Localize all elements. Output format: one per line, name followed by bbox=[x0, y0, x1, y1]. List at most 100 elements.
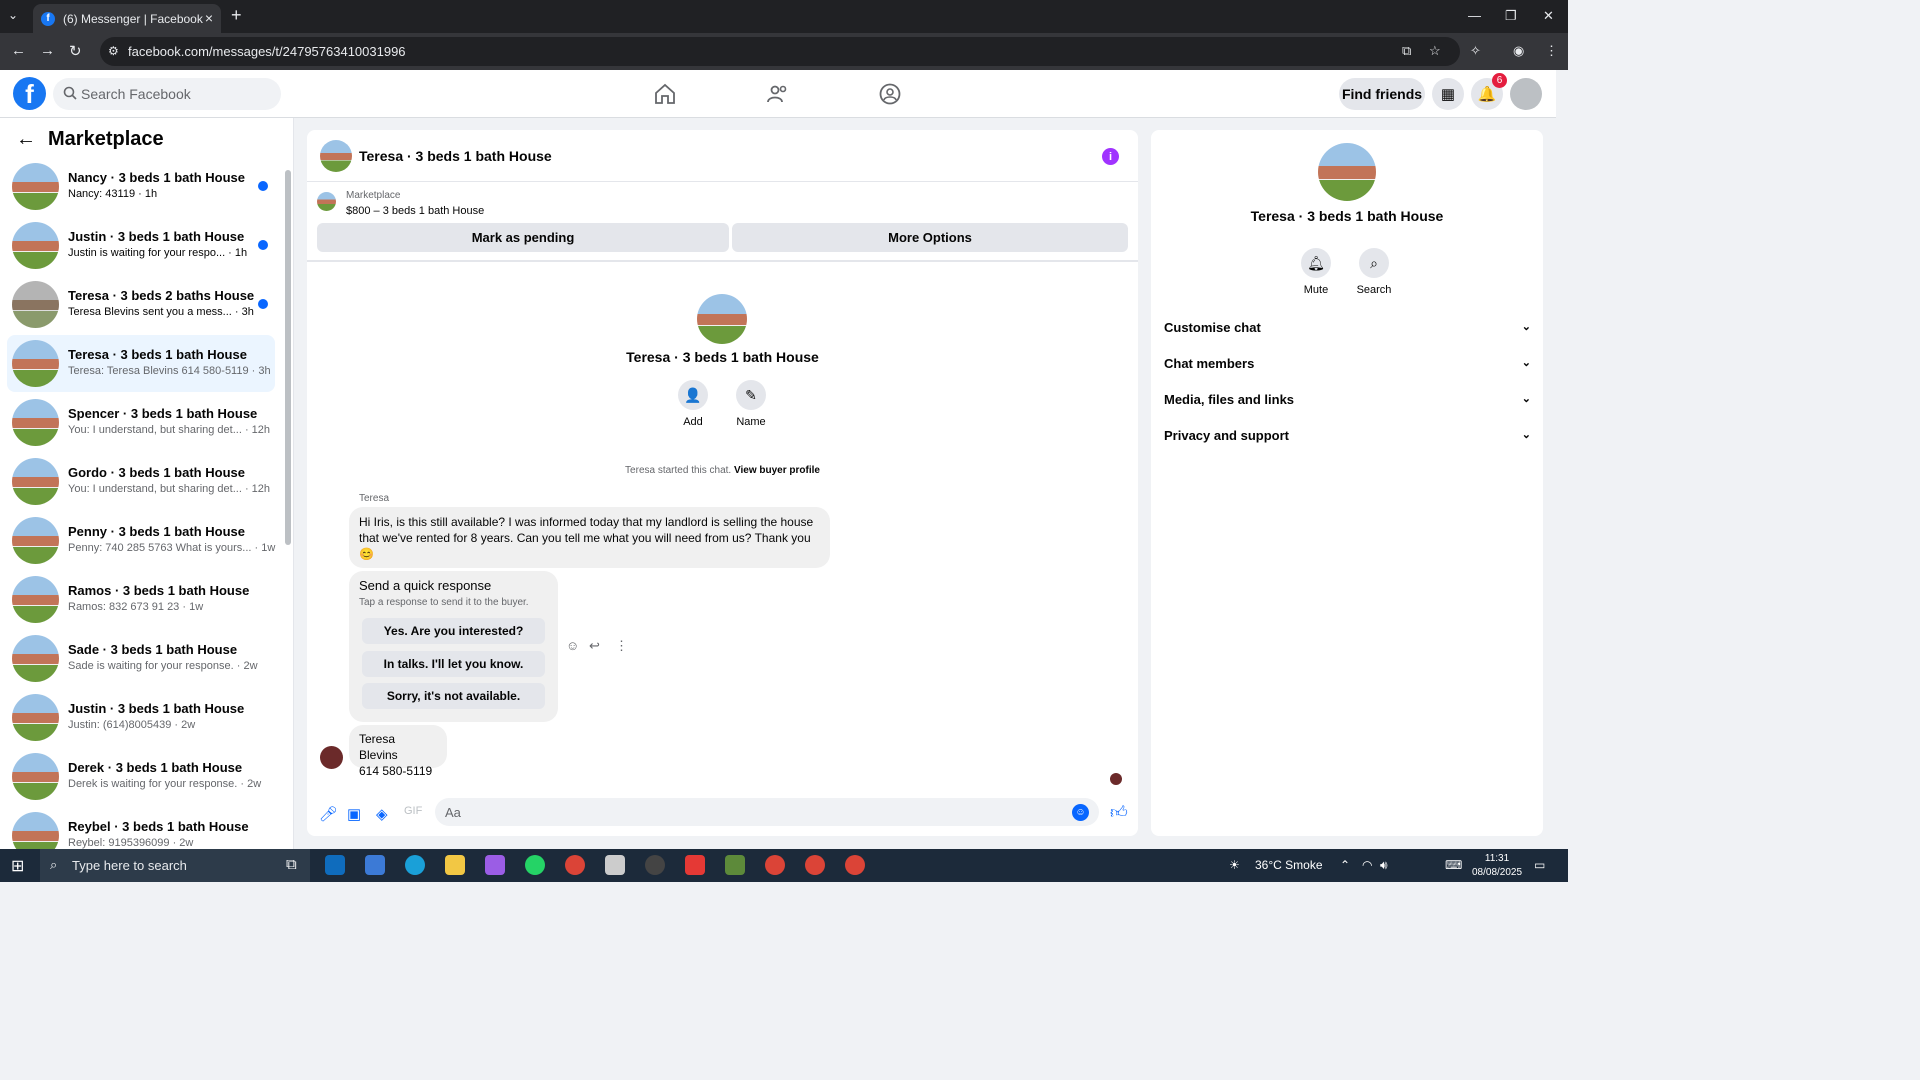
site-info-icon[interactable]: ⚙ bbox=[108, 44, 119, 58]
forward-icon[interactable]: → bbox=[40, 42, 55, 59]
windows-start-icon[interactable]: ⊞ bbox=[11, 856, 24, 876]
find-friends-button[interactable]: Find friends bbox=[1339, 78, 1425, 110]
conversation-thumbnail bbox=[12, 163, 59, 210]
store-icon[interactable] bbox=[365, 855, 385, 875]
outlook-icon[interactable] bbox=[325, 855, 345, 875]
weather-text[interactable]: 36°C Smoke bbox=[1255, 858, 1323, 872]
conversation-item[interactable]: Nancy · 3 beds 1 bath House Nancy: 43119 … bbox=[7, 158, 275, 215]
roblox-icon[interactable] bbox=[605, 855, 625, 875]
search-chat-button[interactable]: ⌕ Search bbox=[1349, 248, 1399, 296]
sidebar-scrollbar[interactable] bbox=[285, 170, 291, 545]
install-app-icon[interactable]: ⧉ bbox=[1402, 43, 1411, 59]
chrome-menu-icon[interactable]: ⋮ bbox=[1545, 43, 1558, 59]
facebook-search-input[interactable]: Search Facebook bbox=[53, 78, 281, 110]
section-customise-chat[interactable]: Customise chat ⌄ bbox=[1164, 320, 1531, 340]
sender-avatar[interactable] bbox=[320, 746, 343, 769]
more-icon[interactable]: ⋮ bbox=[615, 638, 628, 654]
copilot-icon[interactable] bbox=[485, 855, 505, 875]
tab-search-icon[interactable]: ⌄ bbox=[8, 8, 18, 22]
profile-icon[interactable]: ◉ bbox=[1513, 43, 1524, 59]
conversation-item[interactable]: Teresa · 3 beds 1 bath House Teresa: Tere… bbox=[7, 335, 275, 392]
page-scrollbar[interactable] bbox=[1556, 70, 1568, 849]
extensions-icon[interactable]: ✧ bbox=[1470, 43, 1481, 59]
reply-icon[interactable]: ↩ bbox=[589, 638, 600, 654]
microphone-icon[interactable]: 🎤︎ bbox=[319, 805, 338, 823]
more-options-button[interactable]: More Options bbox=[732, 223, 1128, 252]
name-button[interactable]: ✎ Name bbox=[726, 380, 776, 428]
back-arrow-icon[interactable]: ← bbox=[16, 128, 36, 151]
facebook-logo-icon[interactable]: f bbox=[13, 77, 46, 110]
sidebar-title: Marketplace bbox=[48, 128, 164, 150]
notification-center-icon[interactable]: ▭ bbox=[1534, 858, 1545, 872]
conversation-item[interactable]: Justin · 3 beds 1 bath House Justin: (614… bbox=[7, 689, 275, 746]
conversation-item[interactable]: Justin · 3 beds 1 bath House Justin is wa… bbox=[7, 217, 275, 274]
reload-icon[interactable]: ↻ bbox=[69, 42, 82, 60]
gif-icon[interactable]: GIF bbox=[404, 805, 422, 817]
new-tab-icon[interactable]: + bbox=[231, 5, 242, 26]
chat-header-thumbnail[interactable] bbox=[320, 140, 352, 172]
message-input[interactable]: Aa ☺ bbox=[435, 798, 1099, 826]
message-bubble[interactable]: Hi Iris, is this still available? I was … bbox=[349, 507, 830, 568]
message-bubble-contact[interactable]: Teresa Blevins 614 580-5119 bbox=[349, 725, 447, 778]
show-hidden-icons-icon[interactable]: ⌃ bbox=[1340, 858, 1350, 872]
mute-button[interactable]: 🔔︎ Mute bbox=[1291, 248, 1341, 296]
bookmark-star-icon[interactable]: ☆ bbox=[1429, 43, 1441, 59]
chrome-profile-icon[interactable] bbox=[845, 855, 865, 875]
back-icon[interactable]: ← bbox=[11, 42, 26, 59]
quick-response-in-talks[interactable]: In talks. I'll let you know. bbox=[362, 651, 545, 677]
minecraft-icon[interactable] bbox=[725, 855, 745, 875]
weather-icon[interactable]: ☀ bbox=[1229, 858, 1240, 872]
section-media-files-links[interactable]: Media, files and links ⌄ bbox=[1164, 392, 1531, 412]
chatgpt-icon[interactable] bbox=[645, 855, 665, 875]
chat-title[interactable]: Teresa · 3 beds 1 bath House bbox=[359, 148, 552, 164]
view-buyer-profile-link[interactable]: View buyer profile bbox=[734, 465, 820, 476]
chrome-profile-icon[interactable] bbox=[765, 855, 785, 875]
react-icon[interactable]: ☺ bbox=[566, 638, 579, 653]
quick-response-yes[interactable]: Yes. Are you interested? bbox=[362, 618, 545, 644]
conversation-item[interactable]: Derek · 3 beds 1 bath House Derek is wait… bbox=[7, 748, 275, 805]
system-clock[interactable]: 11:31 08/08/2025 bbox=[1472, 852, 1522, 880]
keyboard-icon[interactable]: ⌨ bbox=[1445, 858, 1462, 872]
conversation-item[interactable]: Ramos · 3 beds 1 bath House Ramos: 832 67… bbox=[7, 571, 275, 628]
volume-icon[interactable]: 🔊︎ bbox=[1380, 858, 1388, 873]
conversation-item[interactable]: Gordo · 3 beds 1 bath House You: I unders… bbox=[7, 453, 275, 510]
browser-tab-messenger[interactable]: f (6) Messenger | Facebook × bbox=[33, 4, 221, 33]
emoji-icon[interactable]: ☺ bbox=[1072, 804, 1089, 821]
restore-icon[interactable]: ❐ bbox=[1505, 8, 1517, 24]
anydesk-icon[interactable] bbox=[685, 855, 705, 875]
thumbs-up-icon[interactable]: 👍︎ bbox=[1110, 802, 1128, 823]
file-explorer-icon[interactable] bbox=[445, 855, 465, 875]
whatsapp-icon[interactable] bbox=[525, 855, 545, 875]
minimize-icon[interactable]: — bbox=[1468, 8, 1481, 23]
friends-icon[interactable] bbox=[766, 82, 790, 106]
menu-grid-icon[interactable]: ▦ bbox=[1432, 78, 1464, 110]
listing-thumbnail[interactable] bbox=[317, 192, 336, 211]
home-icon[interactable] bbox=[653, 82, 677, 106]
task-view-icon[interactable]: ⧉ bbox=[286, 856, 297, 873]
chrome-icon[interactable] bbox=[565, 855, 585, 875]
conversation-item[interactable]: Sade · 3 beds 1 bath House Sade is waitin… bbox=[7, 630, 275, 687]
network-icon[interactable]: ◠ bbox=[1362, 858, 1372, 872]
close-window-icon[interactable]: ✕ bbox=[1543, 8, 1554, 24]
edge-icon[interactable] bbox=[405, 855, 425, 875]
chrome-profile-icon[interactable] bbox=[805, 855, 825, 875]
conversation-item[interactable]: Teresa · 3 beds 2 baths House Teresa Blev… bbox=[7, 276, 275, 333]
photo-icon[interactable]: ▣ bbox=[347, 805, 361, 823]
listing-price[interactable]: $800 – 3 beds 1 bath House bbox=[346, 205, 484, 217]
groups-icon[interactable] bbox=[878, 82, 902, 106]
mark-as-pending-button[interactable]: Mark as pending bbox=[317, 223, 729, 252]
section-privacy-support[interactable]: Privacy and support ⌄ bbox=[1164, 428, 1531, 448]
conversation-title: Justin · 3 beds 1 bath House bbox=[68, 229, 245, 244]
taskbar-search[interactable]: ⌕ Type here to search bbox=[40, 849, 310, 882]
account-avatar[interactable] bbox=[1510, 78, 1542, 110]
quick-response-not-available[interactable]: Sorry, it's not available. bbox=[362, 683, 545, 709]
section-chat-members[interactable]: Chat members ⌄ bbox=[1164, 356, 1531, 376]
conversation-item[interactable]: Spencer · 3 beds 1 bath House You: I unde… bbox=[7, 394, 275, 451]
conversation-item[interactable]: Reybel · 3 beds 1 bath House Reybel: 9195… bbox=[7, 807, 275, 849]
info-icon[interactable]: i bbox=[1102, 148, 1119, 165]
conversation-item[interactable]: Penny · 3 beds 1 bath House Penny: 740 28… bbox=[7, 512, 275, 569]
sticker-icon[interactable]: ◈ bbox=[376, 805, 388, 823]
address-bar[interactable]: ⚙ facebook.com/messages/t/24795763410031… bbox=[100, 37, 1460, 66]
add-button[interactable]: 👤 Add bbox=[668, 380, 718, 428]
tab-close-icon[interactable]: × bbox=[205, 10, 213, 26]
